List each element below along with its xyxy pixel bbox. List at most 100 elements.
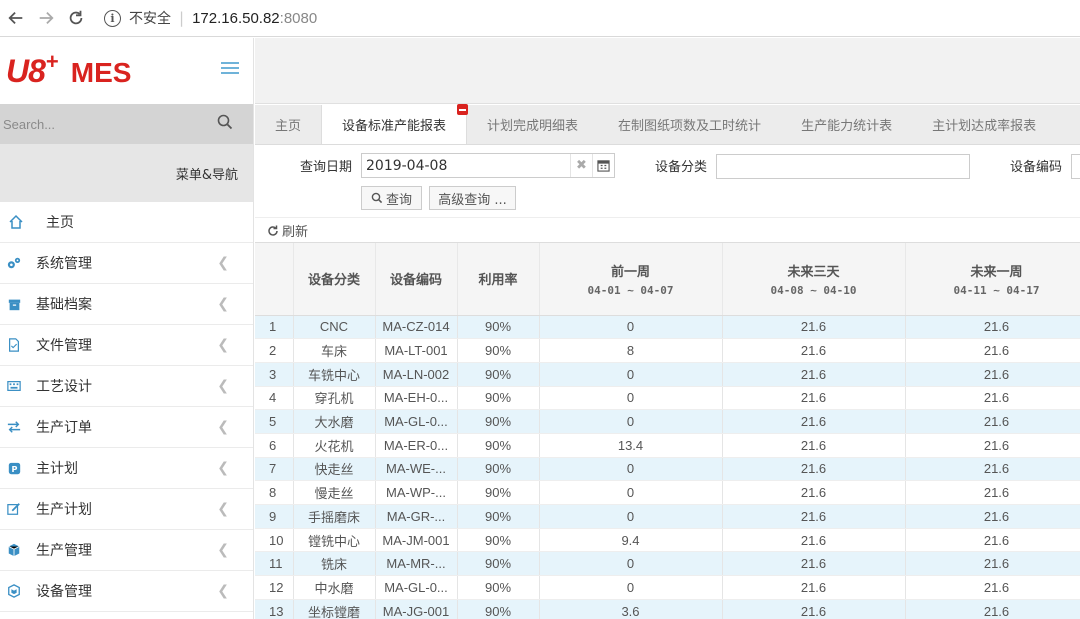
table-row[interactable]: 7 快走丝 MA-WE-... 90% 0 21.6 21.6 [255,457,1080,482]
sidebar-item-files[interactable]: 文件管理 ❮ [0,325,253,366]
sidebar-item-system[interactable]: 系统管理 ❮ [0,243,253,284]
chevron-left-icon: ❮ [217,460,229,476]
table-row[interactable]: 8 慢走丝 MA-WP-... 90% 0 21.6 21.6 [255,480,1080,505]
sidebar-item-production-plan[interactable]: 生产计划 ❮ [0,489,253,530]
cell-category: 车铣中心 [293,362,376,387]
search-input[interactable] [3,116,183,132]
sidebar-item-label: 主计划 [36,461,78,477]
code-field[interactable] [1071,154,1080,179]
sidebar-item-orders[interactable]: 生产订单 ❮ [0,407,253,448]
cell-next-week: 21.6 [905,480,1080,505]
calendar-icon[interactable] [592,154,614,177]
cell-util: 90% [457,504,540,529]
tab-plan-completion-detail[interactable]: 计划完成明细表 [467,105,598,144]
table-row[interactable]: 2 车床 MA-LT-001 90% 8 21.6 21.6 [255,338,1080,363]
url-host: 172.16.50.82 [192,9,280,27]
chevron-left-icon: ❮ [217,378,229,394]
sidebar-item-equipment[interactable]: 设备管理 ❮ [0,571,253,612]
tab-equipment-capacity-report[interactable]: 设备标准产能报表 [321,104,469,144]
chevron-left-icon: ❮ [217,501,229,517]
cell-prev-week: 0 [539,457,723,482]
cell-util: 90% [457,338,540,363]
cell-category: CNC [293,315,376,340]
cell-prev-week: 9.4 [539,528,723,553]
tab-master-plan-rate[interactable]: 主计划达成率报表 [912,105,1056,144]
tab-close-icon[interactable] [457,104,469,115]
table-row[interactable]: 6 火花机 MA-ER-0... 90% 13.4 21.6 21.6 [255,433,1080,458]
tab-wip-drawing-stats[interactable]: 在制图纸项数及工时统计 [598,105,781,144]
info-icon[interactable]: i [104,9,121,27]
tab-label: 设备标准产能报表 [342,119,447,134]
query-button[interactable]: 查询 [361,186,422,210]
cell-util: 90% [457,409,540,434]
cell-code: MA-ER-0... [375,433,458,458]
reload-icon[interactable] [62,4,90,32]
menu-toggle-icon[interactable] [221,62,239,77]
tab-capacity-stats[interactable]: 生产能力统计表 [781,105,912,144]
chevron-left-icon: ❮ [217,583,229,599]
date-value: 2019-04-08 [366,157,448,174]
sidebar-item-process[interactable]: 工艺设计 ❮ [0,366,253,407]
refresh-button[interactable]: 刷新 [255,219,1080,243]
cell-category: 大水磨 [293,409,376,434]
cell-category: 手摇磨床 [293,504,376,529]
cell-util: 90% [457,575,540,600]
header-next-three-days[interactable]: 未来三天 04-08 ~ 04-10 [722,243,906,316]
gears-icon [6,255,22,271]
forward-icon[interactable] [32,4,60,32]
sidebar-item-label: 设备管理 [36,584,92,600]
cell-code: MA-JG-001 [375,599,458,619]
table-row[interactable]: 3 车铣中心 MA-LN-002 90% 0 21.6 21.6 [255,362,1080,387]
keyboard-icon [6,378,22,394]
table-row[interactable]: 4 穿孔机 MA-EH-0... 90% 0 21.6 21.6 [255,386,1080,411]
category-field[interactable] [716,154,970,179]
query-button-label: 查询 [385,192,412,208]
cell-util: 90% [457,433,540,458]
cell-next-week: 21.6 [905,362,1080,387]
cell-category: 中水磨 [293,575,376,600]
table-row[interactable]: 12 中水磨 MA-GL-0... 90% 0 21.6 21.6 [255,575,1080,600]
rownum: 10 [255,528,294,553]
cell-next-three-days: 21.6 [722,551,906,577]
cell-next-week: 21.6 [905,528,1080,553]
cell-next-week: 21.6 [905,409,1080,434]
table-row[interactable]: 1 CNC MA-CZ-014 90% 0 21.6 21.6 [255,315,1080,340]
cell-next-week: 21.6 [905,338,1080,363]
cell-code: MA-WE-... [375,457,458,482]
header-next3-range: 04-08 ~ 04-10 [770,283,857,297]
back-icon[interactable] [2,4,30,32]
cell-code: MA-MR-... [375,551,458,577]
header-category[interactable]: 设备分类 [293,243,376,316]
tab-home[interactable]: 主页 [255,105,321,144]
cell-next-three-days: 21.6 [722,409,906,434]
logo[interactable]: U8 + MES [6,49,131,90]
sidebar-item-production-mgmt[interactable]: 生产管理 ❮ [0,530,253,571]
sidebar-item-label: 生产管理 [36,543,92,559]
header-prev-week[interactable]: 前一周 04-01 ~ 04-07 [539,243,723,316]
cell-code: MA-WP-... [375,480,458,505]
cell-prev-week: 0 [539,409,723,434]
code-label: 设备编码 [1010,160,1063,175]
table-row[interactable]: 11 铣床 MA-MR-... 90% 0 21.6 21.6 [255,551,1080,577]
sidebar-item-master-plan[interactable]: P 主计划 ❮ [0,448,253,489]
search-icon[interactable] [217,114,233,134]
header-next-week[interactable]: 未来一周 04-11 ~ 04-17 [905,243,1080,316]
date-field[interactable]: 2019-04-08 ✖ [361,153,615,178]
sidebar-item-label: 主页 [46,215,74,231]
header-util[interactable]: 利用率 [457,243,540,316]
table-row[interactable]: 9 手摇磨床 MA-GR-... 90% 0 21.6 21.6 [255,504,1080,529]
advanced-query-button[interactable]: 高级查询 ... [429,186,516,210]
cell-util: 90% [457,457,540,482]
sidebar-item-archive[interactable]: 基础档案 ❮ [0,284,253,325]
date-label: 查询日期 [300,160,353,175]
clear-icon[interactable]: ✖ [570,154,592,177]
table-row[interactable]: 13 坐标镗磨 MA-JG-001 90% 3.6 21.6 21.6 [255,599,1080,619]
svg-text:P: P [11,463,17,473]
cell-code: MA-EH-0... [375,386,458,411]
address-bar[interactable]: i 不安全 | 172.16.50.82:8080 [104,8,317,28]
table-row[interactable]: 10 镗铣中心 MA-JM-001 90% 9.4 21.6 21.6 [255,528,1080,553]
table-row[interactable]: 5 大水磨 MA-GL-0... 90% 0 21.6 21.6 [255,409,1080,434]
header-code[interactable]: 设备编码 [375,243,458,316]
sidebar-item-home[interactable]: 主页 [0,202,253,243]
cell-next-week: 21.6 [905,433,1080,458]
